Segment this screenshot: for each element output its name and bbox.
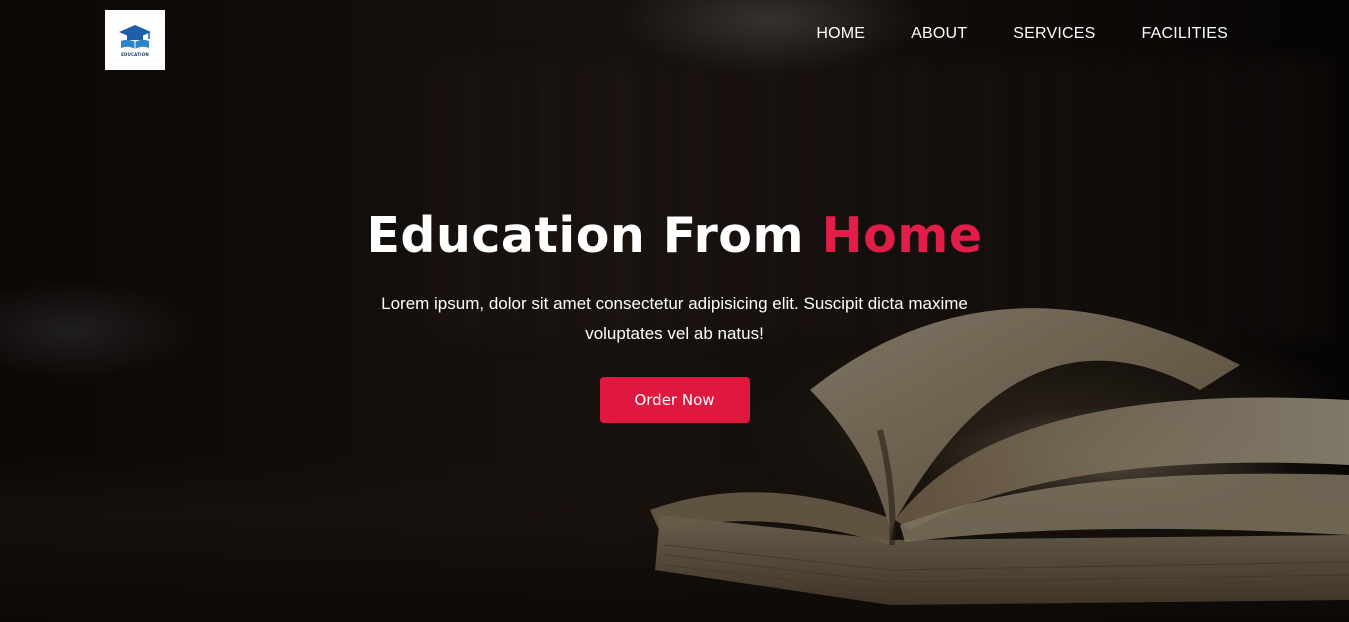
hero-description: Lorem ipsum, dolor sit amet consectetur …: [381, 294, 968, 343]
nav-item-home[interactable]: HOME: [816, 25, 865, 43]
logo-text: EDUCATION: [121, 52, 149, 57]
hero-content: Education From Home Lorem ipsum, dolor s…: [0, 205, 1349, 423]
hero-title: Education From Home: [0, 205, 1349, 267]
nav-item-services[interactable]: SERVICES: [1013, 25, 1095, 43]
hero-title-accent: Home: [821, 207, 983, 264]
order-now-button[interactable]: Order Now: [599, 377, 750, 423]
nav-item-facilities[interactable]: FACILITIES: [1142, 25, 1228, 43]
graduation-cap-book-icon: [119, 25, 151, 49]
hero-section: EDUCATION HOME ABOUT SERVICES FACILITIES…: [0, 0, 1349, 622]
logo[interactable]: EDUCATION: [105, 10, 165, 70]
nav-item-about[interactable]: ABOUT: [911, 25, 967, 43]
hero-title-main: Education From: [366, 207, 805, 264]
main-nav: HOME ABOUT SERVICES FACILITIES: [816, 25, 1228, 43]
